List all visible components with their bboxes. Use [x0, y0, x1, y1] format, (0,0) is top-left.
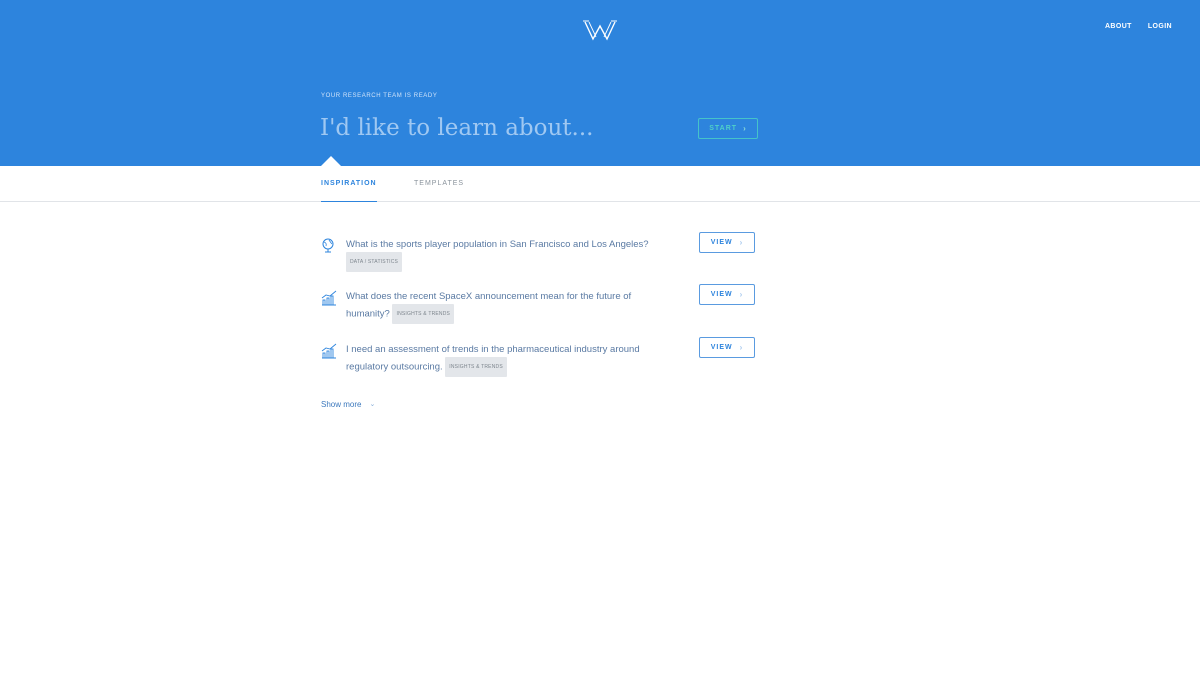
- login-link[interactable]: LOGIN: [1148, 23, 1172, 30]
- globe-icon: [322, 238, 334, 253]
- view-button-label: VIEW: [710, 291, 733, 298]
- hero-header: ABOUT LOGIN YOUR RESEARCH TEAM IS READY …: [0, 0, 1200, 166]
- view-button[interactable]: VIEW ›: [699, 232, 755, 253]
- top-nav: ABOUT LOGIN: [1105, 23, 1172, 30]
- chevron-right-icon: ›: [739, 343, 744, 352]
- category-tag: INSIGHTS & TRENDS: [392, 304, 455, 324]
- bar-chart-icon: [321, 290, 337, 306]
- view-button[interactable]: VIEW ›: [699, 284, 755, 305]
- tab-templates[interactable]: TEMPLATES: [414, 180, 464, 187]
- logo-icon[interactable]: [583, 18, 617, 42]
- item-question: I need an assessment of trends in the ph…: [346, 343, 656, 377]
- tagline: YOUR RESEARCH TEAM IS READY: [321, 93, 438, 99]
- bar-chart-icon: [321, 343, 337, 359]
- item-question: What is the sports player population in …: [346, 238, 656, 272]
- chevron-right-icon: ›: [743, 124, 747, 133]
- question-text: What is the sports player population in …: [346, 239, 649, 250]
- about-link[interactable]: ABOUT: [1105, 23, 1132, 30]
- active-tab-pointer: [321, 156, 341, 166]
- start-button-label: START: [709, 125, 738, 132]
- chevron-right-icon: ›: [739, 238, 744, 247]
- view-button-label: VIEW: [710, 344, 733, 351]
- start-button[interactable]: START ›: [698, 118, 758, 139]
- chevron-right-icon: ›: [739, 290, 744, 299]
- view-button[interactable]: VIEW ›: [699, 337, 755, 358]
- chevron-down-icon: ⌄: [369, 401, 376, 408]
- tab-inspiration[interactable]: INSPIRATION: [321, 180, 377, 202]
- show-more-link[interactable]: Show more ⌄: [321, 400, 375, 409]
- tab-bar: INSPIRATION TEMPLATES: [0, 166, 1200, 202]
- learn-input[interactable]: [320, 111, 680, 145]
- item-question: What does the recent SpaceX announcement…: [346, 290, 656, 324]
- view-button-label: VIEW: [710, 239, 733, 246]
- question-text: What does the recent SpaceX announcement…: [346, 291, 632, 320]
- category-tag: INSIGHTS & TRENDS: [445, 357, 507, 377]
- category-tag: DATA / STATISTICS: [346, 252, 403, 272]
- show-more-label: Show more: [321, 400, 362, 409]
